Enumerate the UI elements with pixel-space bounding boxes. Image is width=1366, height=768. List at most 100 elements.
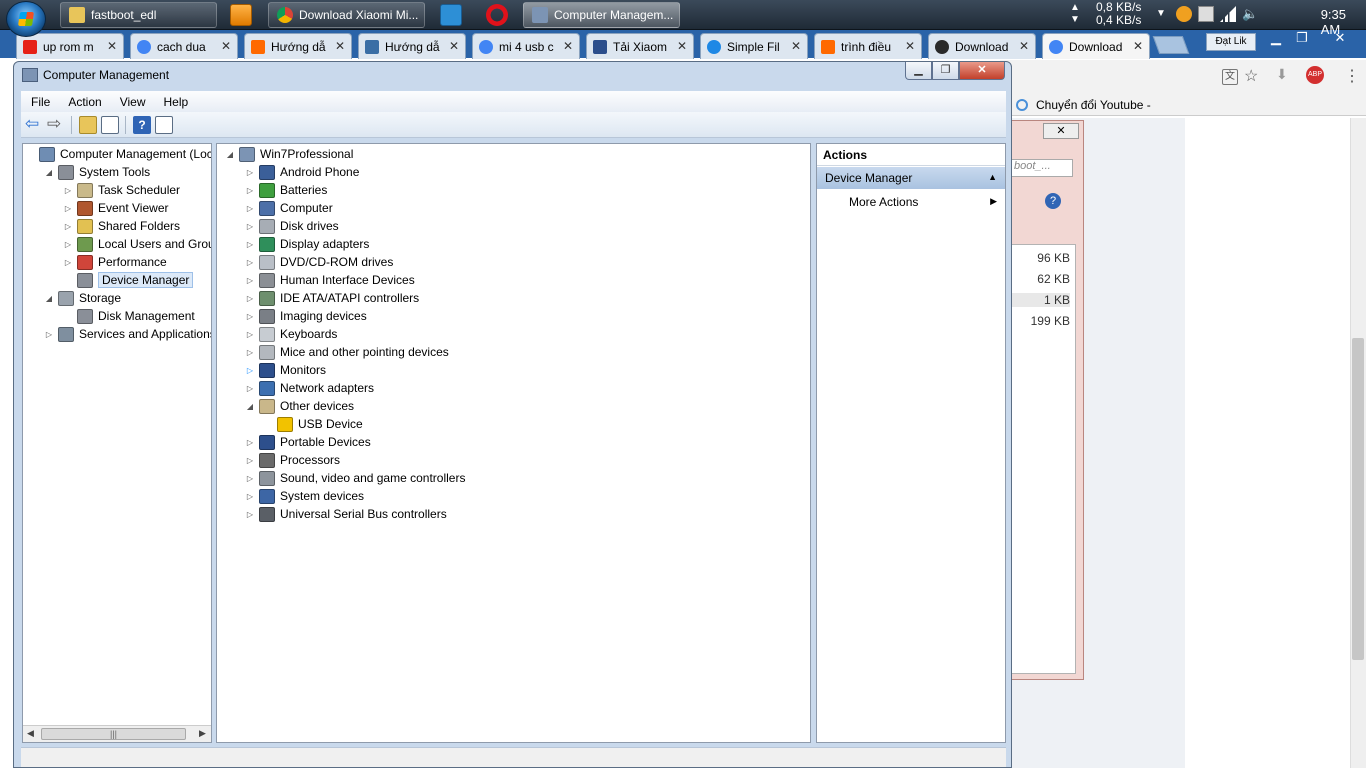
- expand-icon[interactable]: ▷: [63, 186, 73, 195]
- chrome-tab[interactable]: trình điều ✕: [814, 33, 922, 59]
- volume-icon[interactable]: 🔈: [1242, 6, 1258, 22]
- expand-icon[interactable]: ▷: [245, 384, 255, 393]
- device-category[interactable]: ▷ Network adapters: [245, 379, 374, 397]
- tab-close-icon[interactable]: ✕: [905, 39, 915, 53]
- tab-close-icon[interactable]: ✕: [791, 39, 801, 53]
- expand-icon[interactable]: ▷: [245, 258, 255, 267]
- download-icon[interactable]: ⬇: [1276, 66, 1288, 83]
- tab-close-icon[interactable]: ✕: [335, 39, 345, 53]
- expand-icon[interactable]: ▷: [245, 474, 255, 483]
- expand-icon[interactable]: ▷: [44, 330, 54, 339]
- show-hide-tree-icon[interactable]: [101, 116, 119, 134]
- console-tree-item[interactable]: ▷ Local Users and Groups: [63, 235, 211, 253]
- tab-close-icon[interactable]: ✕: [221, 39, 231, 53]
- tab-close-icon[interactable]: ✕: [677, 39, 687, 53]
- expand-icon[interactable]: ▷: [245, 222, 255, 231]
- expand-icon[interactable]: ▷: [245, 438, 255, 447]
- maximize-button[interactable]: ❐: [932, 62, 959, 80]
- expand-icon[interactable]: ▷: [245, 348, 255, 357]
- device-category[interactable]: ▷ IDE ATA/ATAPI controllers: [245, 289, 419, 307]
- new-tab-button[interactable]: [1152, 36, 1190, 54]
- scroll-left-icon[interactable]: ◀: [27, 728, 34, 739]
- forward-arrow-icon[interactable]: ⇨: [47, 115, 65, 134]
- expand-icon[interactable]: ▷: [245, 276, 255, 285]
- signal-icon[interactable]: [1220, 6, 1236, 22]
- taskbar-button-active[interactable]: Computer Managem...: [523, 2, 680, 28]
- tree-root[interactable]: ◢ Win7Professional: [225, 145, 353, 163]
- device-category[interactable]: ▷ Computer: [245, 199, 333, 217]
- tray-expand-icon[interactable]: ▼: [1156, 8, 1166, 19]
- device-category[interactable]: ▷ Portable Devices: [245, 433, 371, 451]
- chrome-tab[interactable]: mi 4 usb c ✕: [472, 33, 580, 59]
- tab-close-icon[interactable]: ✕: [449, 39, 459, 53]
- chrome-tab[interactable]: Download ✕: [928, 33, 1036, 59]
- collapse-icon[interactable]: ◢: [245, 402, 255, 411]
- chrome-restore-button[interactable]: ❐: [1288, 30, 1316, 50]
- device-category[interactable]: ▷ Keyboards: [245, 325, 337, 343]
- console-tree-item[interactable]: Device Manager: [63, 271, 194, 289]
- scrollbar-thumb[interactable]: |||: [41, 728, 186, 740]
- device-category[interactable]: ◢ Other devices: [245, 397, 354, 415]
- translate-icon[interactable]: 文: [1222, 69, 1238, 85]
- chrome-tab-active[interactable]: Download ✕: [1042, 33, 1150, 59]
- device-category[interactable]: ▷ Imaging devices: [245, 307, 367, 325]
- expand-icon[interactable]: ▷: [245, 168, 255, 177]
- console-tree-item[interactable]: ▷ Event Viewer: [63, 199, 168, 217]
- device-category[interactable]: ▷ Disk drives: [245, 217, 339, 235]
- tab-close-icon[interactable]: ✕: [107, 39, 117, 53]
- dialog-search-input[interactable]: boot_...: [1011, 159, 1073, 177]
- up-folder-icon[interactable]: [79, 116, 97, 134]
- expand-icon[interactable]: ▷: [245, 204, 255, 213]
- chrome-tab[interactable]: up rom m ✕: [16, 33, 124, 59]
- expand-icon[interactable]: ▷: [63, 204, 73, 213]
- device-category[interactable]: ▷ Monitors: [245, 361, 326, 379]
- chrome-tab[interactable]: cach dua ✕: [130, 33, 238, 59]
- chrome-tab[interactable]: Hướng dẫ ✕: [244, 33, 352, 59]
- menu-view[interactable]: View: [110, 95, 154, 109]
- help-icon[interactable]: ?: [1045, 193, 1061, 209]
- console-tree-item[interactable]: ▷ Services and Applications: [44, 325, 211, 343]
- taskbar-button[interactable]: Download Xiaomi Mi...: [268, 2, 425, 28]
- device-category[interactable]: ▷ Batteries: [245, 181, 327, 199]
- chrome-tab[interactable]: Tải Xiaom ✕: [586, 33, 694, 59]
- console-tree-item[interactable]: ▷ Shared Folders: [63, 217, 180, 235]
- collapse-up-icon[interactable]: ▲: [988, 172, 997, 182]
- teamviewer-icon[interactable]: [440, 4, 462, 26]
- expand-icon[interactable]: ▷: [245, 240, 255, 249]
- device-category[interactable]: ▷ DVD/CD-ROM drives: [245, 253, 393, 271]
- device-category[interactable]: ▷ System devices: [245, 487, 364, 505]
- device-category[interactable]: ▷ Universal Serial Bus controllers: [245, 505, 447, 523]
- console-tree-item[interactable]: ◢ Storage: [44, 289, 121, 307]
- expand-icon[interactable]: ▷: [245, 510, 255, 519]
- taskbar-button[interactable]: fastboot_edl: [60, 2, 217, 28]
- media-player-icon[interactable]: [230, 4, 252, 26]
- tab-close-icon[interactable]: ✕: [1019, 39, 1029, 53]
- collapse-icon[interactable]: ◢: [44, 294, 54, 303]
- more-actions-item[interactable]: More Actions ▶: [817, 192, 1005, 212]
- clock[interactable]: 9:35 AM: [1321, 7, 1346, 37]
- menu-help[interactable]: Help: [154, 95, 197, 109]
- collapse-icon[interactable]: ◢: [225, 150, 235, 159]
- expand-icon[interactable]: ▷: [245, 456, 255, 465]
- console-tree-item[interactable]: ▷ Performance: [63, 253, 167, 271]
- expand-icon[interactable]: ▷: [245, 312, 255, 321]
- device-category[interactable]: ▷ Android Phone: [245, 163, 359, 181]
- horizontal-scrollbar[interactable]: ◀ ||| ▶: [23, 725, 211, 742]
- show-action-pane-icon[interactable]: [155, 116, 173, 134]
- expand-icon[interactable]: ▷: [245, 366, 255, 375]
- menu-file[interactable]: File: [21, 95, 58, 109]
- tab-close-icon[interactable]: ✕: [563, 39, 573, 53]
- dialog-close-icon[interactable]: ✕: [1043, 123, 1079, 139]
- menu-action[interactable]: Action: [58, 95, 109, 109]
- start-button[interactable]: [6, 1, 46, 37]
- adblock-icon[interactable]: ABP: [1306, 66, 1324, 84]
- opera-icon[interactable]: [486, 4, 508, 26]
- tray-app-icon[interactable]: [1176, 6, 1192, 22]
- device-category[interactable]: ▷ Mice and other pointing devices: [245, 343, 449, 361]
- chrome-profile-button[interactable]: Đạt Lik: [1206, 33, 1256, 51]
- expand-icon[interactable]: ▷: [63, 222, 73, 231]
- chrome-tab[interactable]: Hướng dẫ ✕: [358, 33, 466, 59]
- usb-tray-icon[interactable]: [1198, 6, 1214, 22]
- minimize-button[interactable]: ▁: [905, 62, 932, 80]
- page-scrollbar-thumb[interactable]: [1352, 338, 1364, 660]
